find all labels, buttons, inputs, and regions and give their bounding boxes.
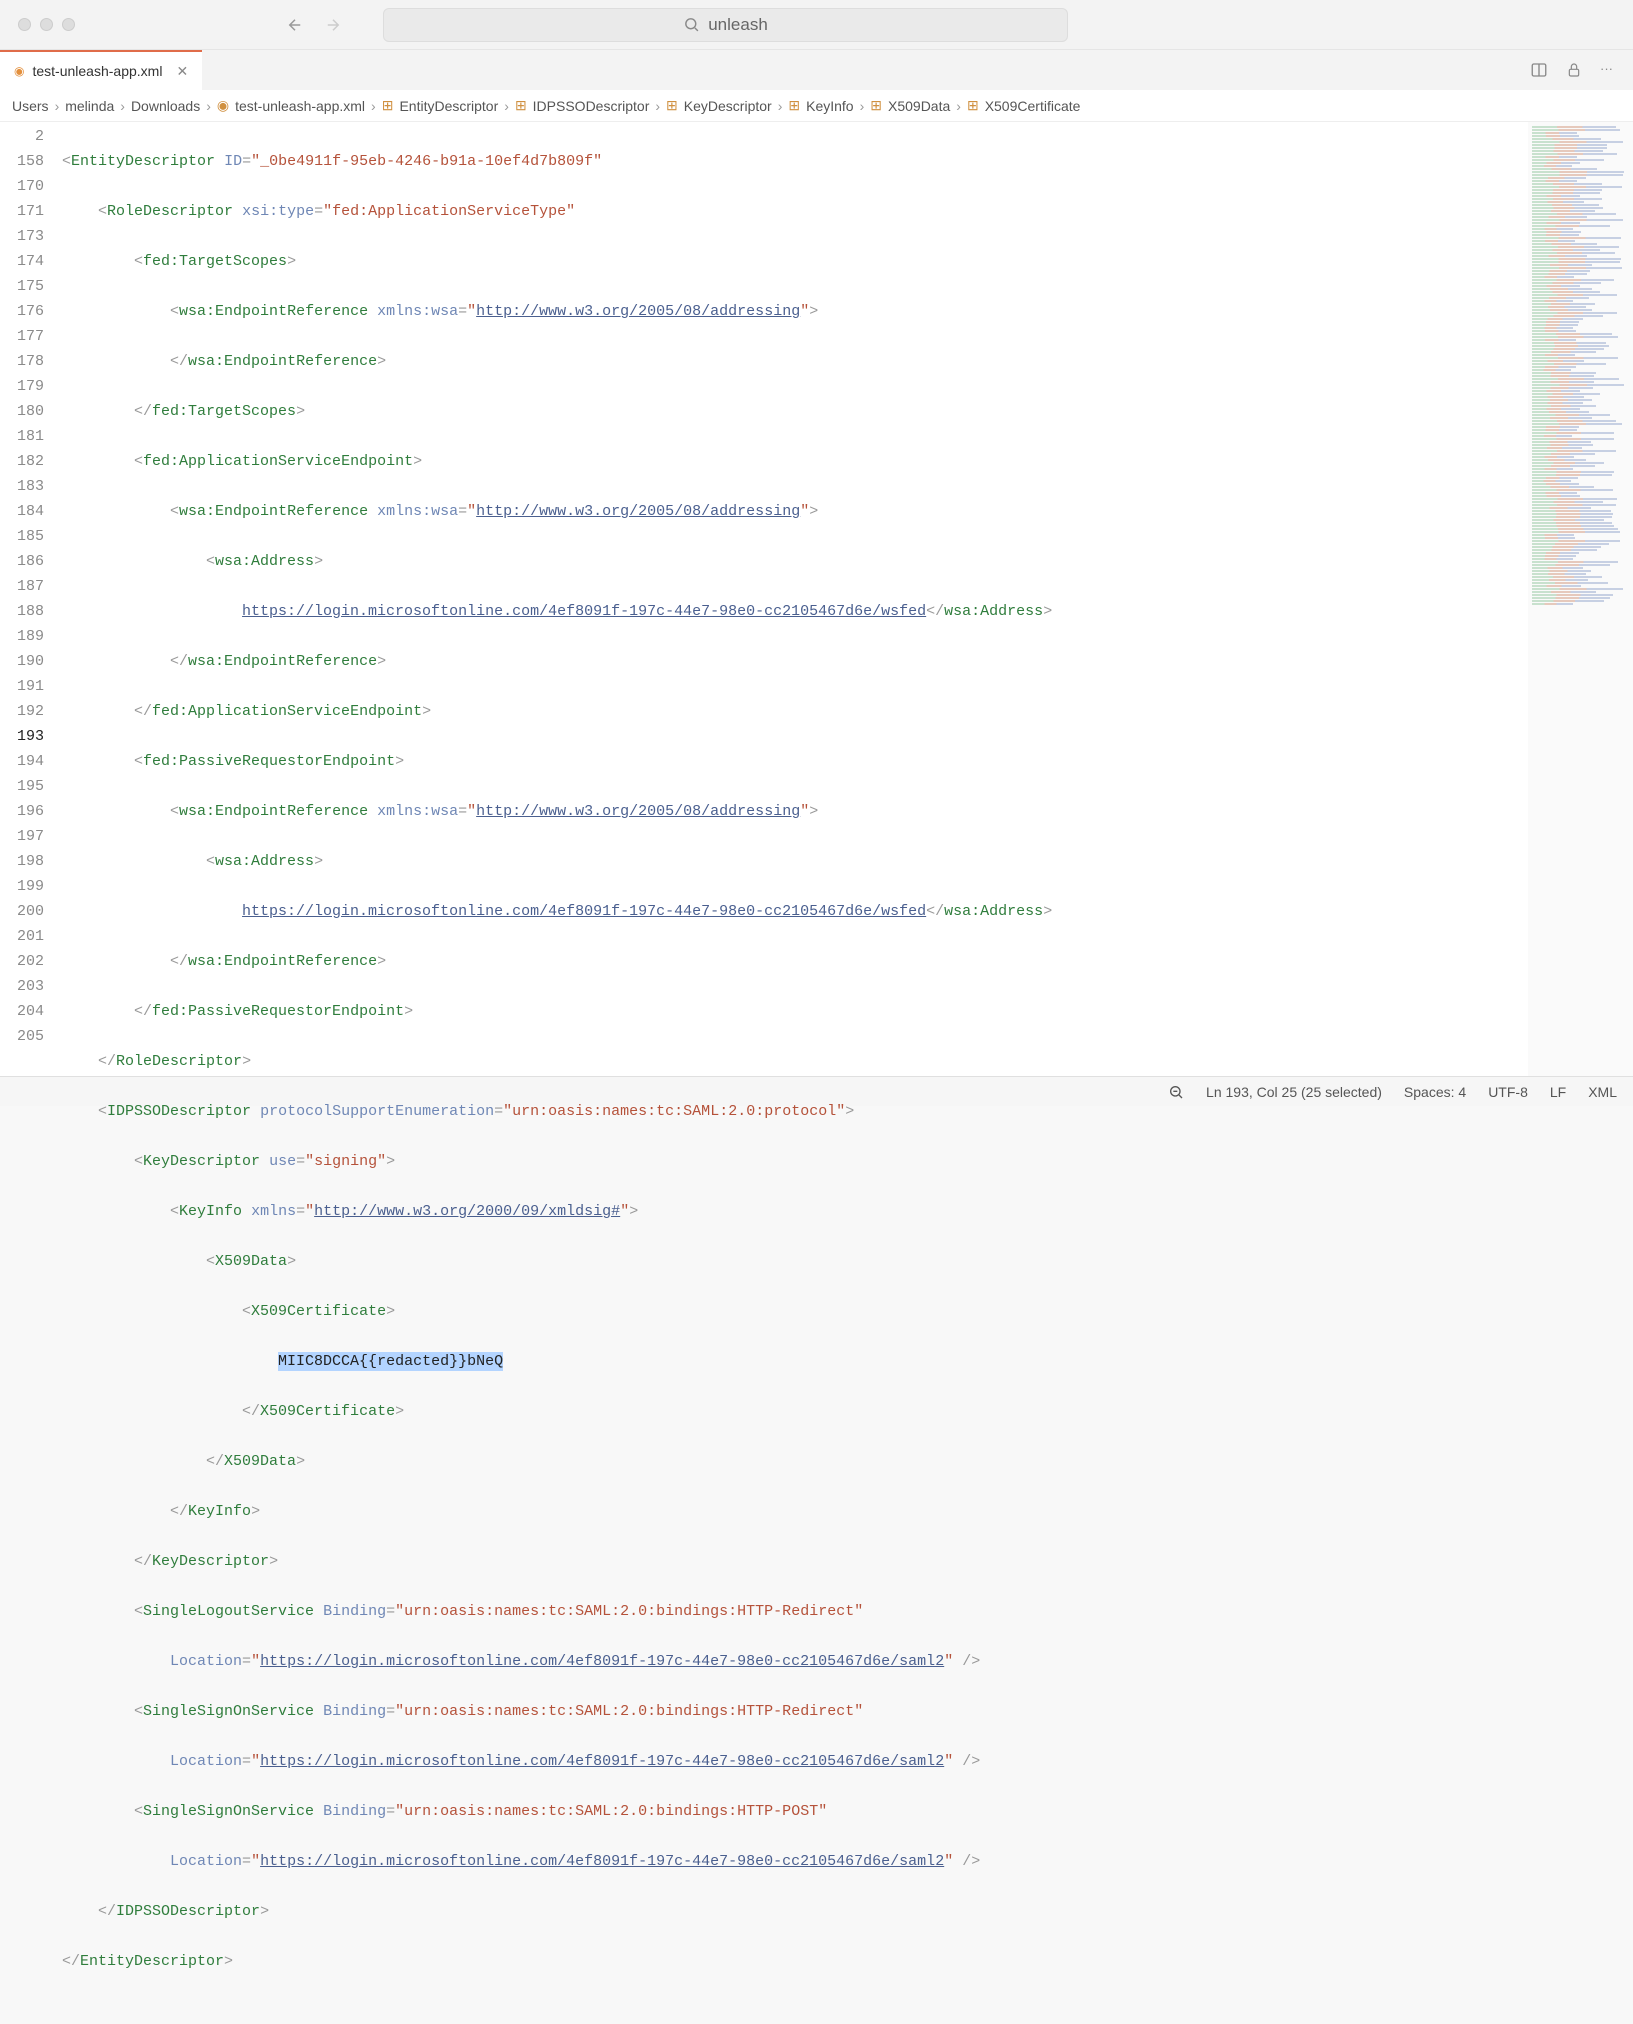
encoding[interactable]: UTF-8 xyxy=(1488,1084,1528,1100)
more-actions-icon[interactable]: ··· xyxy=(1600,61,1613,79)
symbol-icon: ⊞ xyxy=(382,97,394,114)
nav-back-button[interactable] xyxy=(285,15,305,35)
breadcrumb-segment[interactable]: X509Certificate xyxy=(985,98,1081,114)
breadcrumb-segment[interactable]: EntityDescriptor xyxy=(399,98,498,114)
chevron-right-icon: › xyxy=(55,98,60,114)
selected-text: MIIC8DCCA{{redacted}}bNeQ xyxy=(278,1352,503,1371)
breadcrumb-segment[interactable]: KeyInfo xyxy=(806,98,853,114)
breadcrumb-segment[interactable]: IDPSSODescriptor xyxy=(533,98,650,114)
minimap[interactable] xyxy=(1528,122,1633,1076)
line-number-gutter: 2158170171173174175176177178179180181182… xyxy=(0,122,56,1076)
chevron-right-icon: › xyxy=(860,98,865,114)
window-controls xyxy=(18,18,75,31)
title-bar: unleash xyxy=(0,0,1633,50)
zoom-out-icon[interactable] xyxy=(1168,1084,1184,1100)
breadcrumb-segment[interactable]: Downloads xyxy=(131,98,200,114)
chevron-right-icon: › xyxy=(504,98,509,114)
tab-close-icon[interactable]: ✕ xyxy=(176,63,188,80)
chevron-right-icon: › xyxy=(956,98,961,114)
breadcrumb-segment[interactable]: X509Data xyxy=(888,98,950,114)
split-editor-icon[interactable] xyxy=(1530,61,1548,79)
maximize-window-button[interactable] xyxy=(62,18,75,31)
code-area[interactable]: <EntityDescriptor ID="_0be4911f-95eb-424… xyxy=(56,122,1052,1076)
nav-buttons xyxy=(285,15,343,35)
search-icon xyxy=(683,16,700,33)
tab-bar-actions: ··· xyxy=(1530,61,1623,79)
symbol-icon: ⊞ xyxy=(515,97,527,114)
breadcrumb-segment[interactable]: KeyDescriptor xyxy=(684,98,772,114)
indentation[interactable]: Spaces: 4 xyxy=(1404,1084,1466,1100)
zoom-controls xyxy=(1168,1084,1184,1100)
cursor-position[interactable]: Ln 193, Col 25 (25 selected) xyxy=(1206,1084,1382,1100)
close-window-button[interactable] xyxy=(18,18,31,31)
tab-title: test-unleash-app.xml xyxy=(32,63,162,79)
minimize-window-button[interactable] xyxy=(40,18,53,31)
lock-icon[interactable] xyxy=(1566,61,1582,79)
breadcrumb-segment[interactable]: Users xyxy=(12,98,49,114)
editor[interactable]: 2158170171173174175176177178179180181182… xyxy=(0,122,1633,1076)
symbol-icon: ⊞ xyxy=(967,97,979,114)
breadcrumb-segment[interactable]: melinda xyxy=(65,98,114,114)
chevron-right-icon: › xyxy=(206,98,211,114)
breadcrumb-segment[interactable]: test-unleash-app.xml xyxy=(235,98,365,114)
breadcrumb[interactable]: Users › melinda › Downloads › ◉ test-unleash… xyxy=(0,90,1633,122)
chevron-right-icon: › xyxy=(120,98,125,114)
xml-file-icon: ◉ xyxy=(217,97,229,114)
language-mode[interactable]: XML xyxy=(1588,1084,1617,1100)
command-search[interactable]: unleash xyxy=(383,8,1068,42)
nav-forward-button[interactable] xyxy=(323,15,343,35)
symbol-icon: ⊞ xyxy=(870,97,882,114)
chevron-right-icon: › xyxy=(778,98,783,114)
chevron-right-icon: › xyxy=(371,98,376,114)
eol[interactable]: LF xyxy=(1550,1084,1566,1100)
symbol-icon: ⊞ xyxy=(666,97,678,114)
tab-bar: ◉ test-unleash-app.xml ✕ ··· xyxy=(0,50,1633,90)
chevron-right-icon: › xyxy=(655,98,660,114)
tab-file[interactable]: ◉ test-unleash-app.xml ✕ xyxy=(0,50,202,90)
symbol-icon: ⊞ xyxy=(788,97,800,114)
xml-file-icon: ◉ xyxy=(14,64,24,78)
search-text: unleash xyxy=(708,15,768,35)
